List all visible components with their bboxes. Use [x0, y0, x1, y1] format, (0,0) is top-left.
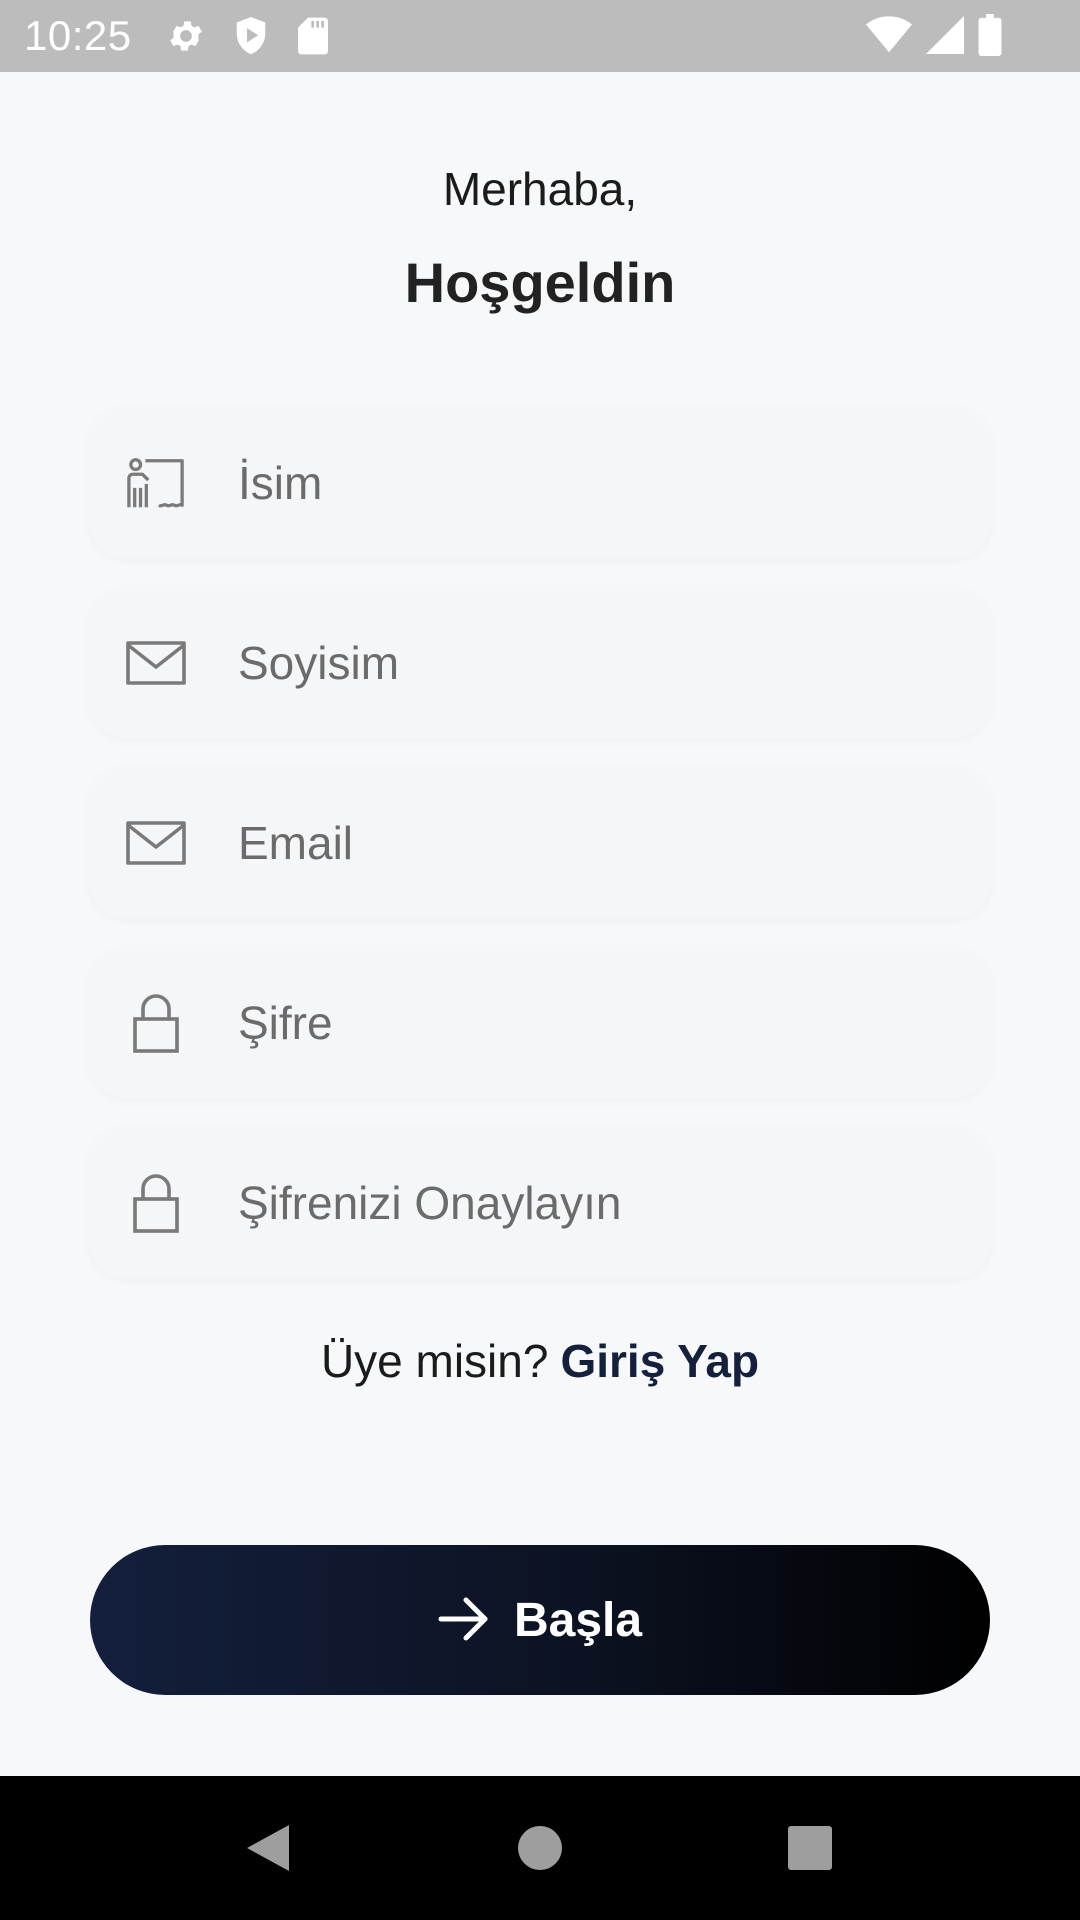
confirm-password-input[interactable] [238, 1127, 952, 1279]
email-field[interactable] [88, 767, 992, 919]
status-left-icons [166, 15, 330, 57]
mail-icon [126, 633, 186, 693]
start-button[interactable]: Başla [90, 1545, 990, 1695]
signup-screen: Merhaba, Hoşgeldin İsim Soyisim Email Üy… [0, 72, 1080, 1776]
status-bar: 10:25 [0, 0, 1080, 72]
name-input[interactable] [238, 407, 952, 559]
gear-icon [166, 16, 206, 56]
signal-icon [926, 15, 964, 55]
welcome-title: Hoşgeldin [404, 251, 676, 314]
wifi-icon [866, 15, 912, 55]
mail-icon [126, 813, 186, 873]
lock-icon [126, 1173, 186, 1233]
arrow-right-icon [438, 1596, 490, 1645]
shield-icon [232, 15, 270, 57]
nav-bar [0, 1776, 1080, 1920]
name-field[interactable] [88, 407, 992, 559]
confirm-password-field[interactable] [88, 1127, 992, 1279]
sd-card-icon [296, 16, 330, 56]
status-right-icons [866, 14, 1002, 56]
back-icon[interactable] [245, 1823, 291, 1873]
password-field[interactable] [88, 947, 992, 1099]
surname-input[interactable] [238, 587, 952, 739]
password-input[interactable] [238, 947, 952, 1099]
email-input[interactable] [238, 767, 952, 919]
battery-icon [978, 14, 1002, 56]
greeting-text: Merhaba, [442, 163, 638, 215]
home-icon[interactable] [517, 1825, 563, 1871]
login-link[interactable]: Giriş Yap [560, 1335, 759, 1387]
login-prompt: Üye misin? Giriş Yap [0, 1334, 1080, 1388]
start-button-label: Başla [513, 1593, 643, 1647]
recents-icon[interactable] [787, 1825, 833, 1871]
surname-field[interactable] [88, 587, 992, 739]
status-time: 10:25 [24, 12, 132, 59]
lock-icon [126, 993, 186, 1053]
id-card-icon [126, 453, 186, 513]
login-question: Üye misin? [320, 1335, 549, 1387]
